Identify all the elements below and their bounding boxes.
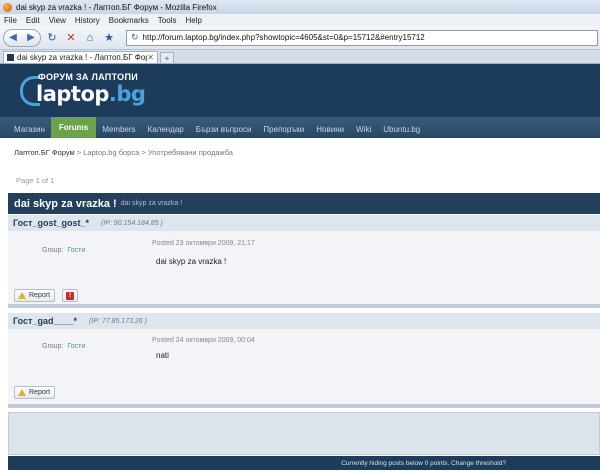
site-logo[interactable]: laptop.bg: [36, 82, 146, 106]
group-value: Гости: [67, 343, 86, 350]
threshold-bar: Currently hiding posts below 0 points. C…: [8, 456, 600, 470]
post: Гост_gad____* (IP: 77.85.173.26 ) Group:…: [8, 313, 600, 408]
post-ip: (IP: 77.85.173.26 ): [88, 317, 147, 325]
site-header: ФОРУМ ЗА ЛАПТОПИ laptop.bg: [0, 64, 600, 117]
nav-item-recommendations[interactable]: Препоръки: [257, 120, 310, 138]
report-label: Report: [29, 389, 51, 396]
nav-item-shop[interactable]: Магазин: [8, 120, 51, 138]
breadcrumb-separator: >: [76, 148, 82, 157]
breadcrumb-separator: >: [141, 148, 146, 157]
nav-item-ubuntu[interactable]: Ubuntu.bg: [377, 120, 426, 138]
tab-label: dai skyp za vrazka ! - Лаптоп.БГ Форум: [17, 53, 148, 62]
window-titlebar: dai skyp za vrazka ! - Лаптоп.БГ Форум -…: [0, 0, 600, 14]
logo-tld: .bg: [108, 82, 146, 106]
logo-text: laptop: [36, 82, 109, 106]
breadcrumb-root[interactable]: Лаптоп.БГ Форум: [14, 148, 75, 157]
post-content: dai skyp za vrazka !: [156, 257, 227, 266]
nav-item-news[interactable]: Новини: [310, 120, 350, 138]
url-text: http://forum.laptop.bg/index.php?showtop…: [142, 33, 425, 42]
tab-current[interactable]: dai skyp za vrazka ! - Лаптоп.БГ Форум ✕: [3, 51, 158, 63]
reply-area: [8, 412, 600, 455]
logo-tagline: ФОРУМ ЗА ЛАПТОПИ: [38, 72, 138, 82]
menu-history[interactable]: History: [75, 16, 100, 25]
bookmark-star-icon[interactable]: ★: [101, 30, 117, 46]
breadcrumb: Лаптоп.БГ Форум > Laptop.bg борса > Упот…: [14, 148, 233, 157]
forward-arrow-icon[interactable]: ▶: [27, 32, 35, 43]
group-value: Гости: [67, 247, 86, 254]
post-content: nati: [156, 351, 169, 360]
menu-tools[interactable]: Tools: [158, 16, 177, 25]
warning-icon: [18, 389, 26, 396]
author-group: Group: Гости: [42, 247, 85, 254]
breadcrumb-level1[interactable]: Laptop.bg борса: [83, 148, 139, 157]
topic-title-bar: dai skyp za vrazka ! dai skyp za vrazka …: [8, 193, 600, 214]
menu-bar: File Edit View History Bookmarks Tools H…: [0, 14, 600, 26]
report-button[interactable]: Report: [14, 289, 56, 302]
post-header: Гост_gad____* (IP: 77.85.173.26 ): [8, 313, 600, 329]
author-group: Group: Гости: [42, 343, 85, 350]
home-icon[interactable]: ⌂: [82, 30, 98, 46]
threshold-text[interactable]: Currently hiding posts below 0 points. C…: [341, 460, 506, 467]
delete-icon: !: [66, 291, 74, 300]
page-info: Page 1 of 1: [16, 176, 55, 185]
nav-item-calendar[interactable]: Календар: [142, 120, 190, 138]
report-label: Report: [29, 292, 51, 299]
nav-item-forums[interactable]: Forums: [50, 117, 97, 138]
post-date: Posted 23 октомври 2009, 21:17: [152, 240, 255, 247]
menu-view[interactable]: View: [49, 16, 66, 25]
post-date: Posted 24 октомври 2009, 00:04: [152, 337, 255, 344]
post-author[interactable]: Гост_gost_gost_*: [13, 218, 89, 228]
menu-bookmarks[interactable]: Bookmarks: [109, 16, 149, 25]
window-title: dai skyp za vrazka ! - Лаптоп.БГ Форум -…: [16, 2, 217, 12]
site-nav-menu: Магазин Forums Members Календар Бързи въ…: [0, 117, 600, 138]
back-arrow-icon[interactable]: ◀: [9, 32, 17, 43]
navigation-toolbar: ◀ ▶ ↻ ✕ ⌂ ★ ↻ http://forum.laptop.bg/ind…: [0, 26, 600, 50]
post-ip: (IP: 90.154.184.85 ): [100, 219, 163, 227]
menu-file[interactable]: File: [4, 16, 17, 25]
tab-favicon-icon: [7, 54, 14, 61]
tab-close-icon[interactable]: ✕: [147, 53, 154, 62]
warning-icon: [18, 292, 26, 299]
nav-item-members[interactable]: Members: [96, 120, 141, 138]
firefox-icon: [3, 2, 12, 12]
group-label: Group:: [42, 247, 64, 254]
post-author[interactable]: Гост_gad____*: [13, 316, 77, 326]
menu-help[interactable]: Help: [185, 16, 201, 25]
topic-title: dai skyp za vrazka !: [14, 197, 117, 210]
topic-subtitle: dai skyp za vrazka !: [120, 200, 183, 207]
url-bar[interactable]: ↻ http://forum.laptop.bg/index.php?showt…: [126, 29, 598, 46]
post: Гост_gost_gost_* (IP: 90.154.184.85 ) Gr…: [8, 215, 600, 308]
back-forward-buttons[interactable]: ◀ ▶: [3, 28, 41, 47]
group-label: Group:: [42, 343, 64, 350]
menu-edit[interactable]: Edit: [26, 16, 40, 25]
breadcrumb-level2[interactable]: Употребявани продажба: [148, 148, 233, 157]
post-header: Гост_gost_gost_* (IP: 90.154.184.85 ): [8, 215, 600, 231]
new-tab-icon[interactable]: +: [160, 52, 174, 63]
reload-icon[interactable]: ↻: [44, 30, 60, 46]
report-button[interactable]: Report: [14, 386, 56, 399]
stop-icon[interactable]: ✕: [63, 30, 79, 46]
delete-button[interactable]: !: [62, 289, 78, 302]
tab-strip: dai skyp za vrazka ! - Лаптоп.БГ Форум ✕…: [0, 50, 600, 64]
nav-item-quick-questions[interactable]: Бързи въпроси: [190, 120, 258, 138]
nav-item-wiki[interactable]: Wiki: [350, 120, 377, 138]
site-favicon-icon: ↻: [131, 32, 139, 42]
